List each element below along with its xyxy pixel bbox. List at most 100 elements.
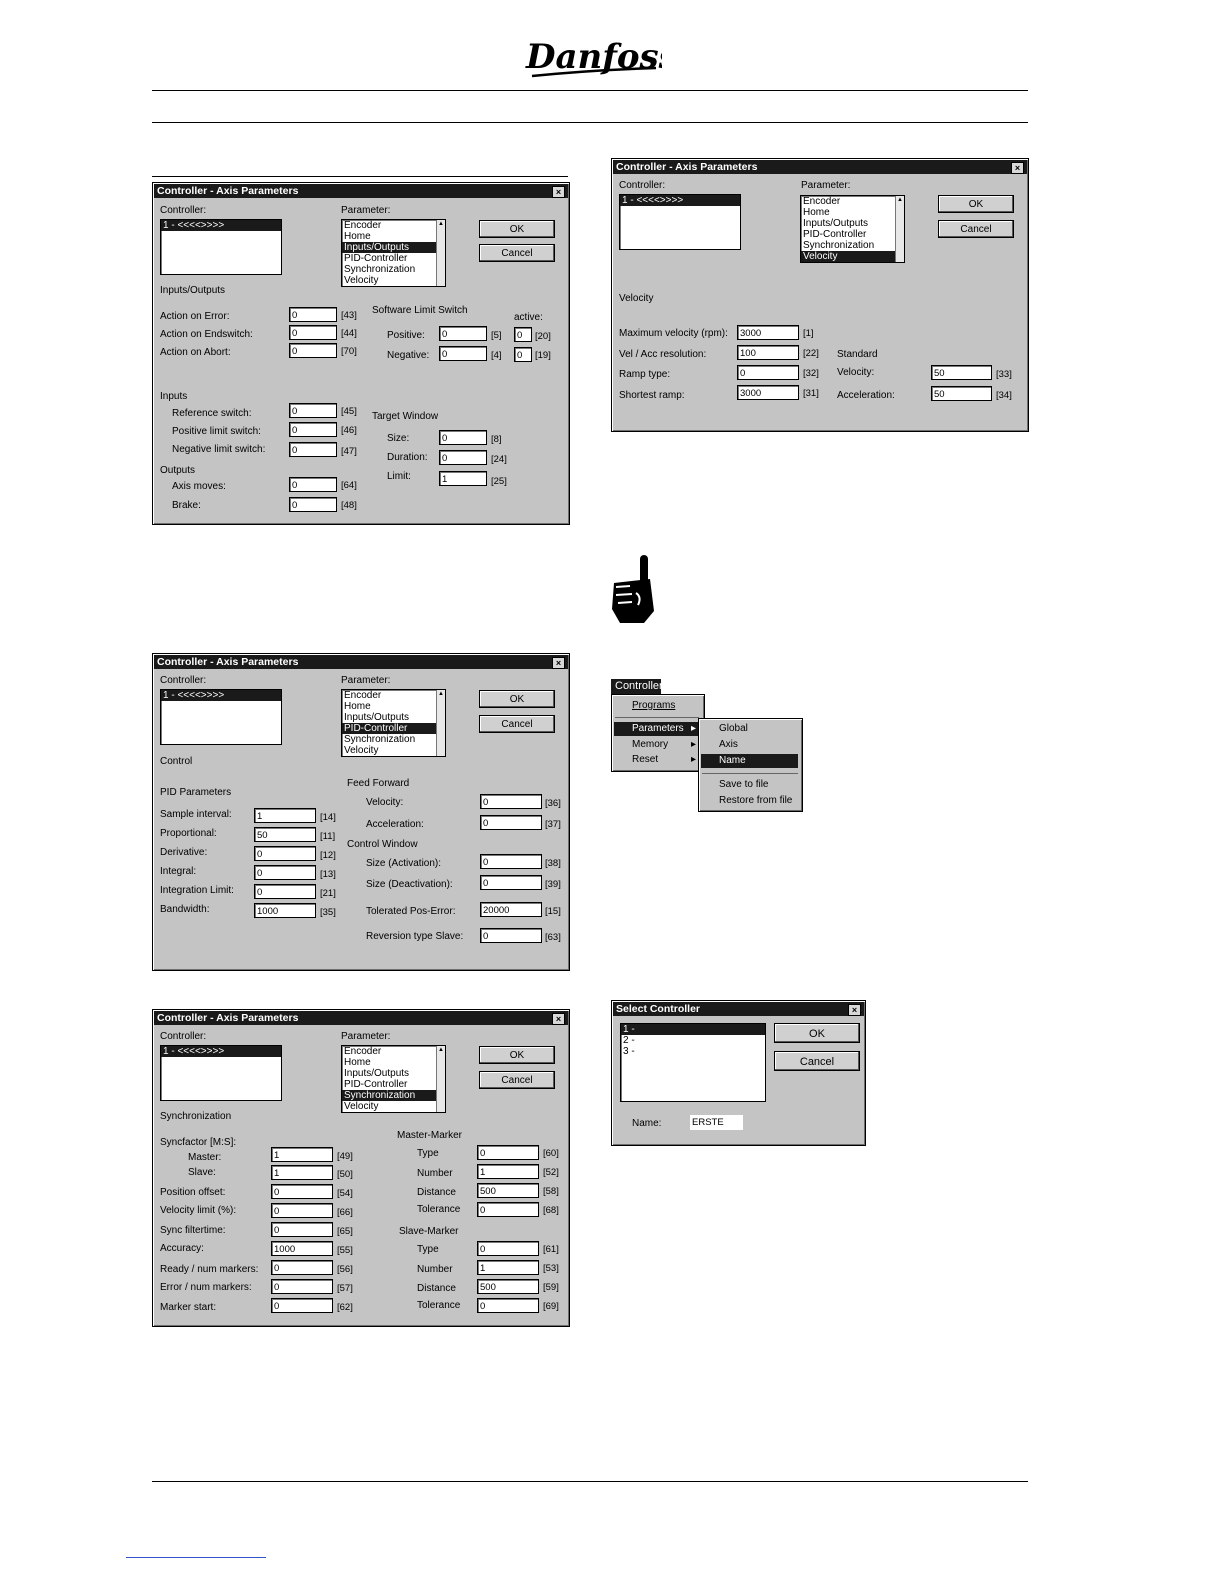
param-item[interactable]: PID-Controller — [801, 229, 904, 240]
param-item[interactable]: Encoder — [342, 220, 445, 231]
param-item[interactable]: Velocity — [342, 745, 445, 756]
param-item[interactable]: Home — [801, 207, 904, 218]
ok-button[interactable]: OK — [938, 195, 1014, 213]
param-item[interactable]: Synchronization — [342, 734, 445, 745]
derivative-field[interactable]: 0 — [254, 846, 316, 861]
submenu-item-name[interactable]: Name — [701, 754, 798, 768]
error-markers-field[interactable]: 0 — [271, 1279, 333, 1294]
param-item[interactable]: PID-Controller — [342, 1079, 445, 1090]
param-item[interactable]: Inputs/Outputs — [342, 712, 445, 723]
positive-limit-switch-field[interactable]: 0 — [289, 422, 337, 437]
param-item-selected[interactable]: Synchronization — [342, 1090, 445, 1101]
resolution-field[interactable]: 100 — [737, 345, 799, 360]
controller-item[interactable]: 1 - <<<<>>>> — [161, 690, 281, 701]
param-item[interactable]: Synchronization — [342, 264, 445, 275]
param-item-selected[interactable]: PID-Controller — [342, 723, 445, 734]
sample-interval-field[interactable]: 1 — [254, 808, 316, 823]
param-item[interactable]: Home — [342, 1057, 445, 1068]
integral-field[interactable]: 0 — [254, 865, 316, 880]
ok-button[interactable]: OK — [479, 220, 555, 238]
slave-type-field[interactable]: 0 — [477, 1241, 539, 1256]
param-item-selected[interactable]: Velocity — [801, 251, 904, 262]
ok-button[interactable]: OK — [479, 1046, 555, 1064]
acceleration-field[interactable]: 50 — [931, 386, 992, 401]
action-on-error-field[interactable]: 0 — [289, 307, 337, 322]
cancel-button[interactable]: Cancel — [479, 1071, 555, 1089]
slave-field[interactable]: 1 — [271, 1165, 333, 1180]
controller-select-list[interactable]: 1 - 2 - 3 - — [620, 1023, 766, 1102]
ok-button[interactable]: OK — [479, 690, 555, 708]
submenu-item-restore-from-file[interactable]: Restore from file — [719, 794, 792, 808]
name-field[interactable]: ERSTE — [690, 1115, 743, 1130]
negative-field[interactable]: 0 — [439, 346, 487, 361]
bandwidth-field[interactable]: 1000 — [254, 903, 316, 918]
master-distance-field[interactable]: 500 — [477, 1183, 539, 1198]
cancel-button[interactable]: Cancel — [938, 220, 1014, 238]
controller-option[interactable]: 1 - — [621, 1024, 765, 1035]
menu-item-programs[interactable]: Programs — [632, 699, 675, 713]
close-icon[interactable]: × — [552, 186, 565, 198]
controller-list[interactable]: 1 - <<<<>>>> — [160, 1045, 282, 1101]
brake-field[interactable]: 0 — [289, 497, 337, 512]
reversion-type-slave-field[interactable]: 0 — [480, 928, 542, 943]
master-number-field[interactable]: 1 — [477, 1164, 539, 1179]
negative-limit-switch-field[interactable]: 0 — [289, 442, 337, 457]
menu-item-memory[interactable]: Memory ▸ — [614, 738, 700, 752]
close-icon[interactable]: × — [552, 1013, 565, 1025]
slave-distance-field[interactable]: 500 — [477, 1279, 539, 1294]
master-field[interactable]: 1 — [271, 1147, 333, 1162]
position-offset-field[interactable]: 0 — [271, 1184, 333, 1199]
param-item[interactable]: Home — [342, 701, 445, 712]
cancel-button[interactable]: Cancel — [479, 244, 555, 262]
param-item[interactable]: Home — [342, 231, 445, 242]
master-tolerance-field[interactable]: 0 — [477, 1202, 539, 1217]
scroll-up-icon[interactable]: ▲ — [437, 1046, 445, 1054]
parameter-list[interactable]: Encoder Home Inputs/Outputs PID-Controll… — [800, 195, 905, 263]
controller-option[interactable]: 2 - — [621, 1035, 765, 1046]
param-item[interactable]: Velocity — [342, 275, 445, 286]
scrollbar[interactable]: ▲ — [436, 690, 445, 756]
param-item[interactable]: PID-Controller — [342, 253, 445, 264]
param-item[interactable]: Inputs/Outputs — [342, 1068, 445, 1079]
cancel-button[interactable]: Cancel — [774, 1051, 860, 1071]
scrollbar[interactable]: ▲ — [895, 196, 904, 262]
size-field[interactable]: 0 — [439, 430, 487, 445]
ff-acceleration-field[interactable]: 0 — [480, 815, 542, 830]
param-item[interactable]: Encoder — [801, 196, 904, 207]
param-item[interactable]: Encoder — [342, 1046, 445, 1057]
reference-switch-field[interactable]: 0 — [289, 403, 337, 418]
controller-item[interactable]: 1 - <<<<>>>> — [161, 220, 281, 231]
parameter-list[interactable]: Encoder Home Inputs/Outputs PID-Controll… — [341, 219, 446, 287]
negative-active-field[interactable]: 0 — [514, 347, 532, 362]
positive-field[interactable]: 0 — [439, 326, 487, 341]
submenu-item-axis[interactable]: Axis — [719, 738, 738, 752]
size-deactivation-field[interactable]: 0 — [480, 875, 542, 890]
duration-field[interactable]: 0 — [439, 450, 487, 465]
velocity-field[interactable]: 50 — [931, 365, 992, 380]
ready-markers-field[interactable]: 0 — [271, 1260, 333, 1275]
ok-button[interactable]: OK — [774, 1023, 860, 1043]
submenu-item-save-to-file[interactable]: Save to file — [719, 778, 768, 792]
tolerated-pos-error-field[interactable]: 20000 — [480, 902, 542, 917]
ff-velocity-field[interactable]: 0 — [480, 794, 542, 809]
controller-list[interactable]: 1 - <<<<>>>> — [160, 689, 282, 745]
menu-controller[interactable]: Controller — [611, 679, 663, 694]
slave-number-field[interactable]: 1 — [477, 1260, 539, 1275]
master-type-field[interactable]: 0 — [477, 1145, 539, 1160]
parameter-list[interactable]: Encoder Home Inputs/Outputs PID-Controll… — [341, 689, 446, 757]
action-on-abort-field[interactable]: 0 — [289, 343, 337, 358]
limit-field[interactable]: 1 — [439, 471, 487, 486]
proportional-field[interactable]: 50 — [254, 827, 316, 842]
controller-list[interactable]: 1 - <<<<>>>> — [619, 194, 741, 250]
accuracy-field[interactable]: 1000 — [271, 1241, 333, 1256]
axis-moves-field[interactable]: 0 — [289, 477, 337, 492]
submenu-item-global[interactable]: Global — [719, 722, 748, 736]
parameter-list[interactable]: Encoder Home Inputs/Outputs PID-Controll… — [341, 1045, 446, 1113]
controller-option[interactable]: 3 - — [621, 1046, 765, 1057]
menu-item-parameters[interactable]: Parameters ▸ — [614, 722, 700, 736]
scroll-up-icon[interactable]: ▲ — [896, 196, 904, 204]
sync-filtertime-field[interactable]: 0 — [271, 1222, 333, 1237]
ramp-type-field[interactable]: 0 — [737, 365, 799, 380]
param-item[interactable]: Synchronization — [801, 240, 904, 251]
action-on-endswitch-field[interactable]: 0 — [289, 325, 337, 340]
